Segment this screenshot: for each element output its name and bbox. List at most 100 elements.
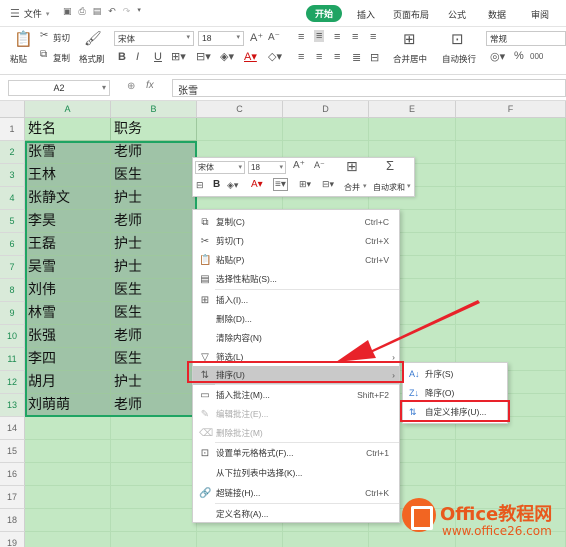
mini-font-select[interactable]: 宋体 ▾ (195, 161, 245, 174)
row-header-5[interactable]: 5 (0, 210, 25, 233)
border-icon[interactable]: ⊞▾ (171, 50, 186, 63)
row-header-1[interactable]: 1 (0, 118, 25, 141)
column-header-c[interactable]: C (197, 101, 283, 118)
row-header-12[interactable]: 12 (0, 371, 25, 394)
grow-font-icon[interactable]: A⁺ (293, 160, 305, 171)
tab-page-layout[interactable]: 页面布局 (393, 8, 429, 21)
column-header-b[interactable]: B (111, 101, 197, 118)
row-header-16[interactable]: 16 (0, 463, 25, 486)
paste-button[interactable]: 粘贴 (10, 53, 27, 65)
font-color-icon[interactable]: A▾ (244, 50, 257, 63)
bold-button[interactable]: B (118, 51, 126, 63)
align-left-icon[interactable]: ≡ (352, 31, 358, 43)
cut-button[interactable]: 剪切 (53, 32, 70, 44)
merge-icon[interactable]: ⊞ (346, 158, 358, 175)
thousands-button[interactable]: 000 (530, 52, 543, 61)
format-icon[interactable]: ⊟ (196, 180, 204, 191)
context-menu-item[interactable]: 📋 粘贴(P) Ctrl+V (193, 251, 399, 270)
fill-color-icon[interactable]: ◈▾ (220, 50, 234, 63)
row-header-2[interactable]: 2 (0, 141, 25, 164)
row-header-15[interactable]: 15 (0, 440, 25, 463)
column-header-d[interactable]: D (283, 101, 369, 118)
tab-data[interactable]: 数据 (488, 8, 506, 21)
format-painter-button[interactable]: 格式刷 (79, 53, 105, 65)
align-left-text-icon[interactable]: ≡ (298, 51, 304, 63)
row-header-9[interactable]: 9 (0, 302, 25, 325)
row-header-14[interactable]: 14 (0, 417, 25, 440)
column-header-e[interactable]: E (369, 101, 456, 118)
sort-submenu-item[interactable]: A↓ 升序(S) (403, 365, 507, 383)
font-color-icon[interactable]: A▾ (251, 179, 263, 190)
function-icon[interactable]: fx (146, 80, 154, 91)
save-icon[interactable]: ▣ (63, 6, 72, 17)
percent-button[interactable]: % (514, 50, 524, 62)
mini-merge-button[interactable]: 合并 (344, 182, 360, 193)
copy-button[interactable]: 复制 (53, 52, 70, 64)
tab-formula[interactable]: 公式 (448, 8, 466, 21)
mini-size-select[interactable]: 18 ▾ (248, 161, 286, 174)
row-header-19[interactable]: 19 (0, 532, 25, 547)
context-menu-item[interactable]: ▤ 选择性粘贴(S)... (193, 270, 399, 289)
context-menu-item[interactable]: 删除(D)... (193, 310, 399, 329)
row-header-11[interactable]: 11 (0, 348, 25, 371)
context-menu-item[interactable]: ▭ 插入批注(M)... Shift+F2 (193, 386, 399, 405)
formula-input[interactable]: 张雪 (172, 79, 566, 97)
fill-style-icon[interactable]: ⊟▾ (322, 179, 334, 190)
scissors-icon[interactable]: ✂ (40, 30, 48, 41)
align-right-text-icon[interactable]: ≡ (334, 51, 340, 63)
column-header-a[interactable]: A (25, 101, 111, 118)
row-header-7[interactable]: 7 (0, 256, 25, 279)
mini-autosum-button[interactable]: 自动求和 (373, 182, 405, 193)
context-menu-item[interactable]: 🔗 超链接(H)... Ctrl+K (193, 484, 399, 503)
wrap-text-icon[interactable]: ⊡ (451, 30, 464, 48)
number-format-select[interactable]: 常规 (486, 31, 566, 46)
align-center-icon[interactable]: ≡▾ (273, 178, 288, 191)
name-box[interactable]: A2 ▾ (8, 80, 110, 96)
row-header-18[interactable]: 18 (0, 509, 25, 532)
undo-icon[interactable]: ↶ (108, 6, 116, 17)
row-header-6[interactable]: 6 (0, 233, 25, 256)
shrink-font-icon[interactable]: A⁻ (314, 160, 325, 171)
column-header-f[interactable]: F (456, 101, 566, 118)
fill-style-icon[interactable]: ⊟▾ (196, 50, 211, 63)
align-middle-icon[interactable]: ≡ (314, 30, 325, 42)
wrap-text-button[interactable]: 自动换行 (442, 53, 476, 65)
context-menu-item[interactable]: 从下拉列表中选择(K)... (193, 464, 399, 483)
border-icon[interactable]: ⊞▾ (299, 179, 311, 190)
mini-bold-button[interactable]: B (213, 179, 220, 190)
file-menu[interactable]: ☰ 文件 ▾ (10, 7, 49, 20)
align-right-icon[interactable]: ≡ (370, 31, 376, 43)
align-top-icon[interactable]: ≡ (298, 31, 304, 43)
context-menu-item[interactable]: ✂ 剪切(T) Ctrl+X (193, 232, 399, 251)
select-all-corner[interactable] (0, 101, 25, 118)
font-size-select[interactable]: 18 ▾ (198, 31, 244, 46)
chevron-down-icon[interactable]: ▾ (137, 6, 141, 17)
shrink-font-icon[interactable]: A⁻ (268, 32, 280, 43)
font-name-select[interactable]: 宋体 ▾ (114, 31, 194, 46)
paste-icon[interactable]: 📋 (14, 30, 33, 48)
row-header-13[interactable]: 13 (0, 394, 25, 417)
sum-icon[interactable]: Σ (386, 158, 394, 173)
distribute-icon[interactable]: ⊟ (370, 51, 379, 64)
tab-home[interactable]: 开始 (306, 5, 343, 22)
context-menu-item[interactable]: ⊡ 设置单元格格式(F)... Ctrl+1 (193, 444, 399, 463)
row-header-10[interactable]: 10 (0, 325, 25, 348)
row-header-4[interactable]: 4 (0, 187, 25, 210)
fill-color-icon[interactable]: ◈▾ (227, 180, 238, 191)
row-header-8[interactable]: 8 (0, 279, 25, 302)
redo-icon[interactable]: ↷ (123, 6, 131, 17)
cell-b1[interactable]: 职务 (111, 118, 197, 141)
copy-icon[interactable]: ⧉ (40, 49, 47, 60)
context-menu-item[interactable]: 定义名称(A)... (193, 505, 399, 524)
context-menu-item[interactable]: ⧉ 复制(C) Ctrl+C (193, 213, 399, 232)
tab-review[interactable]: 审阅 (531, 8, 549, 21)
eraser-icon[interactable]: ◇▾ (268, 50, 282, 63)
underline-button[interactable]: U (154, 51, 162, 63)
zoom-icon[interactable]: ⊕ (127, 81, 135, 92)
italic-button[interactable]: I (136, 51, 139, 63)
align-bottom-icon[interactable]: ≡ (334, 31, 340, 43)
currency-icon[interactable]: ◎▾ (490, 50, 505, 63)
format-painter-icon[interactable]: 🖌 (84, 30, 102, 47)
row-header-17[interactable]: 17 (0, 486, 25, 509)
merge-center-button[interactable]: 合并居中 (393, 53, 427, 65)
